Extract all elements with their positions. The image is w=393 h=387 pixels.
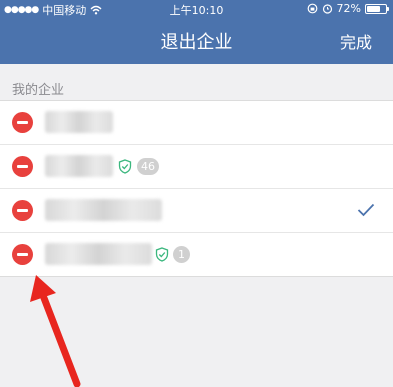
annotation-arrow-icon (30, 275, 81, 387)
